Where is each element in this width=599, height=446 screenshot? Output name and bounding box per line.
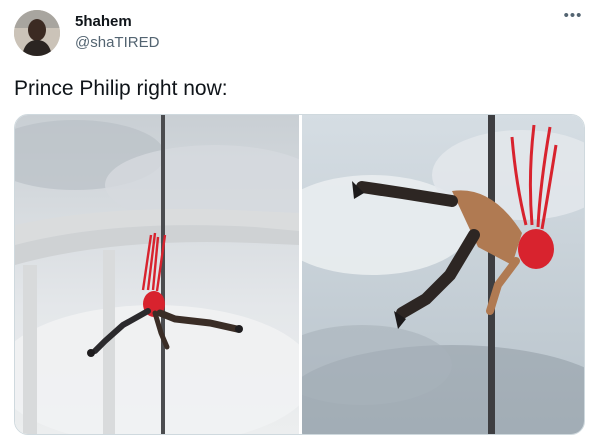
more-options-button[interactable]: •••: [561, 7, 585, 27]
profile-photo: [14, 10, 60, 56]
media-image-left[interactable]: [15, 115, 299, 434]
user-handle[interactable]: @shaTIRED: [75, 34, 159, 51]
media-photo-right: [302, 115, 584, 434]
media-photo-left: [15, 115, 299, 434]
media-image-right[interactable]: [302, 115, 584, 434]
tweet-text: Prince Philip right now:: [14, 77, 228, 100]
avatar[interactable]: [14, 10, 60, 56]
display-name[interactable]: 5hahem: [75, 13, 132, 30]
more-horizontal-icon: •••: [563, 7, 583, 24]
media-grid: [14, 114, 585, 435]
